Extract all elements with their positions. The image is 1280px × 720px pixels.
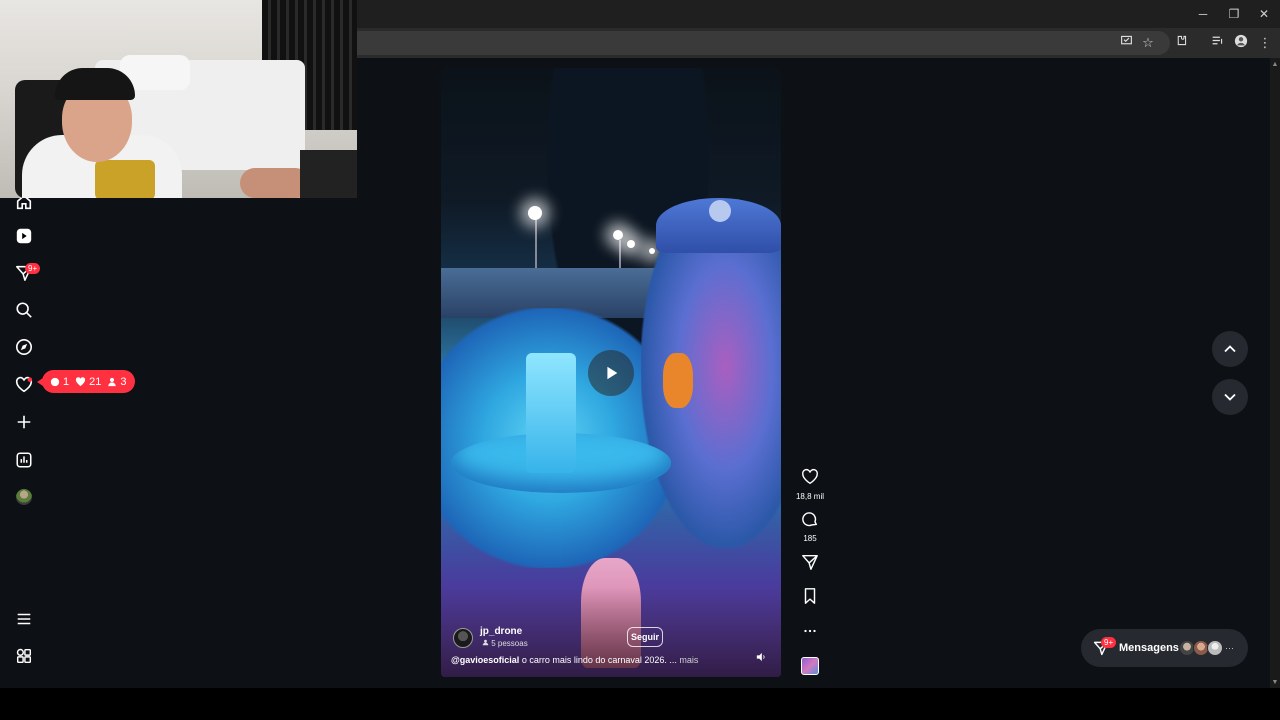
more-horizontal-icon [804,629,816,633]
activity-likes-count: 21 [89,375,102,388]
also-from-meta-icon[interactable] [14,646,34,666]
original-audio-thumbnail[interactable] [801,657,819,675]
dashboard-icon[interactable] [14,450,34,470]
more-menu-icon[interactable] [14,609,34,629]
comments-count: 1 [50,376,69,388]
webcam-overlay [0,0,357,198]
like-icon [802,468,818,485]
author-avatar[interactable] [453,628,473,648]
extensions-icon[interactable] [1172,34,1190,52]
caption-more-link[interactable]: mais [677,655,698,665]
conversation-avatar [1207,640,1223,656]
comment-action[interactable]: 185 [794,510,826,543]
volume-icon[interactable] [756,652,766,665]
explore-icon[interactable] [14,337,34,357]
notifications-badge: 9+ [25,263,41,274]
people-icon [482,639,489,646]
carnival-float-right [641,218,781,548]
more-conversations-icon: ··· [1225,643,1234,653]
bookmark-icon [804,588,816,604]
address-bar[interactable] [340,31,1170,55]
author-username[interactable]: jp_drone [480,626,522,637]
shirt-print [95,160,155,198]
caption-text: o carro mais lindo do carnaval 2026. ... [519,655,677,665]
page-scrollbar[interactable] [1270,58,1280,688]
activity-followers-count: 3 [120,375,127,388]
messages-button[interactable]: 9+ Mensagens [1081,629,1248,667]
reel-caption: @gavioesoficial o carro mais lindo do ca… [451,655,698,665]
author-audience: 5 pessoas [482,639,528,648]
media-icon[interactable] [1208,34,1226,52]
share-action[interactable] [794,553,826,576]
star-icon[interactable]: ☆ [1139,34,1157,52]
stadium-light [627,240,635,248]
like-action[interactable]: 18,8 mil [794,468,826,501]
activity-comments-count: 1 [63,375,70,388]
play-icon [607,366,618,380]
like-count: 18,8 mil [795,492,824,501]
orange-decoration [663,353,693,408]
share-icon [802,554,818,570]
desk [300,150,357,198]
audience-label: 5 pessoas [491,639,528,648]
next-reel-button[interactable] [1212,379,1248,415]
caption-mention[interactable]: @gavioesoficial [451,655,519,665]
previous-reel-button[interactable] [1212,331,1248,367]
reel-video[interactable]: jp_drone 5 pessoas Seguir @gavioesoficia… [441,68,781,677]
chevron-up-icon [1224,345,1236,353]
activity-notification-pill[interactable]: 1 21 3 [37,370,135,393]
streamer-cap [55,68,135,100]
comment-count: 185 [803,534,817,543]
comment-icon [802,512,818,527]
more-options-action[interactable] [794,622,826,645]
minimize-button[interactable]: ─ [1188,4,1218,24]
stadium-light [528,206,542,220]
messages-badge: 9+ [1101,637,1117,648]
search-icon[interactable] [14,300,34,320]
close-button[interactable]: ✕ [1249,4,1279,24]
scroll-down-arrow-icon[interactable]: ▼ [1271,679,1279,687]
heart-filled-icon [76,377,86,387]
restore-button[interactable]: ❐ [1219,4,1249,24]
bottom-letterbox [0,688,1280,720]
messages-label: Mensagens [1119,642,1179,654]
create-icon[interactable] [14,412,34,432]
person-icon [108,377,117,386]
stadium-light [613,230,623,240]
reels-icon[interactable] [14,226,34,246]
cast-icon[interactable] [1117,34,1135,52]
menu-icon[interactable]: ⋮ [1256,34,1274,52]
heart-icon[interactable] [14,375,34,395]
fountain-column [526,353,576,473]
follow-button[interactable]: Seguir [627,627,663,647]
followers-count: 3 [107,375,127,388]
comment-icon [50,377,60,386]
eagle-head [709,200,731,222]
likes-count: 21 [75,376,101,388]
play-button[interactable] [588,350,634,396]
save-action[interactable] [794,587,826,610]
chevron-down-icon [1224,393,1236,401]
scroll-up-arrow-icon[interactable]: ▲ [1271,61,1279,69]
profile-avatar[interactable] [16,489,32,505]
profile-icon[interactable] [1232,34,1250,52]
